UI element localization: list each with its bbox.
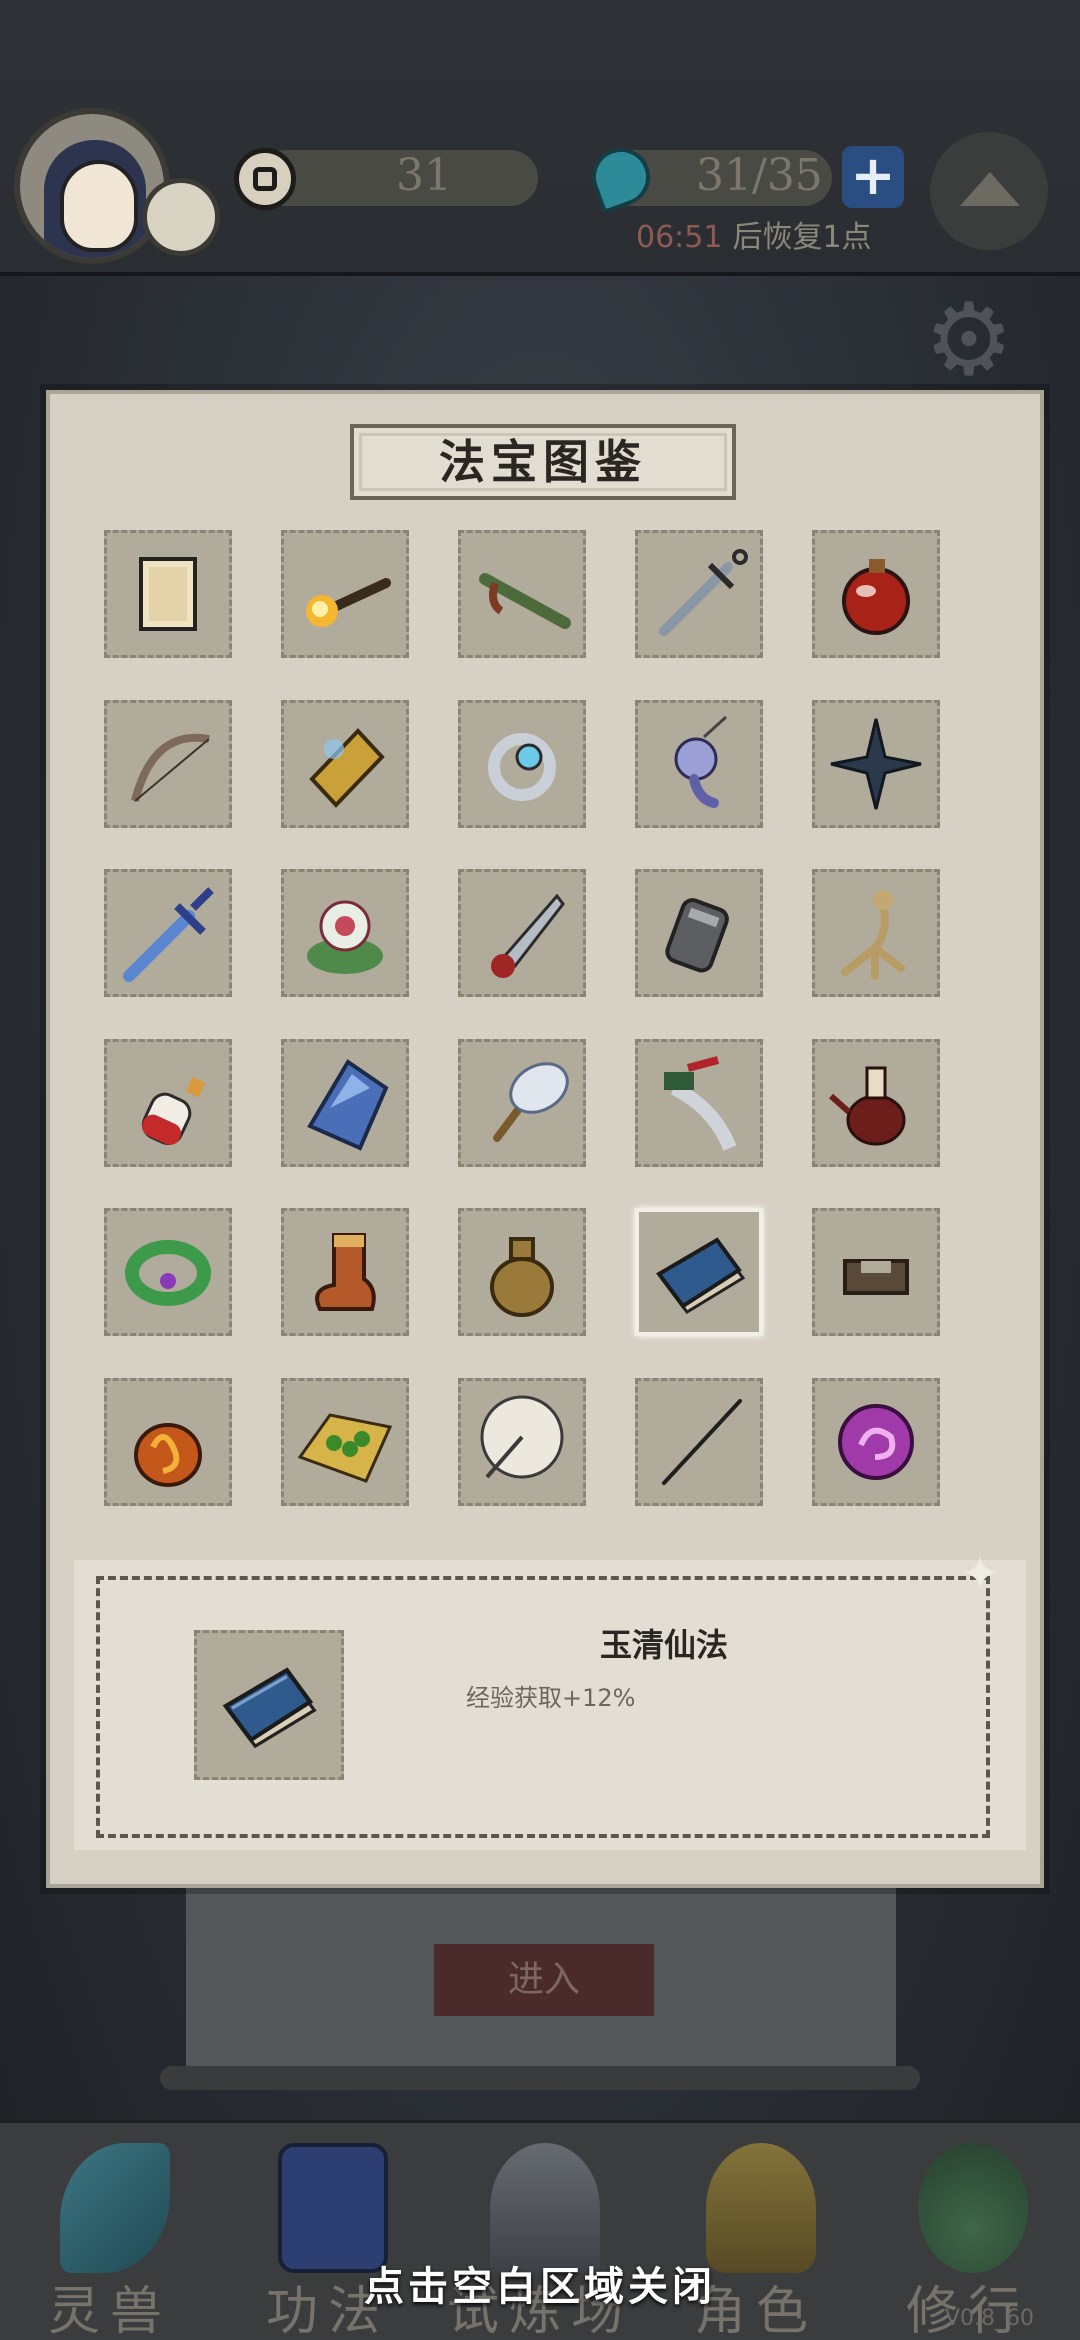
stamina-count: 31/35: [696, 150, 823, 201]
item-detail-panel: 玉清仙法 经验获取+12% ✦: [74, 1546, 1026, 1850]
detail-item-icon: [194, 1630, 344, 1780]
fire-bag-icon: [134, 1422, 202, 1487]
treasure-slot[interactable]: [812, 530, 940, 658]
treasure-slot[interactable]: [812, 1208, 940, 1336]
lotus-icon: [307, 900, 383, 974]
add-stamina-button[interactable]: +: [842, 146, 904, 208]
boot-icon: [315, 1233, 376, 1311]
coin-icon: [234, 148, 296, 210]
detail-item-name: 玉清仙法: [600, 1626, 729, 1664]
treasure-grid: [104, 530, 1004, 1540]
feather-fan-icon: [493, 1061, 569, 1142]
potion-bottle-icon: [141, 1076, 206, 1145]
curved-knife-icon: [664, 1055, 737, 1151]
treasure-slot[interactable]: [458, 869, 586, 997]
ginseng-icon: [841, 890, 905, 980]
purple-orb-icon: [838, 1403, 914, 1480]
close-hint: 点击空白区域关闭: [364, 2264, 716, 2310]
talisman-icon: [309, 727, 385, 808]
treasure-slot[interactable]: [812, 869, 940, 997]
treasure-slot[interactable]: [281, 1208, 409, 1336]
crystal-icon: [307, 1058, 389, 1151]
treasure-slot[interactable]: [104, 530, 232, 658]
treasure-slot[interactable]: [458, 699, 586, 828]
feather-badge-icon[interactable]: [142, 178, 220, 256]
herb-mat-icon: [297, 1412, 393, 1483]
red-gourd-icon: [842, 559, 910, 635]
treasure-slot[interactable]: [281, 1038, 409, 1167]
treasure-slot[interactable]: [104, 1377, 232, 1506]
treasure-slot[interactable]: [281, 869, 409, 997]
recovery-text: 后恢复1点: [732, 220, 872, 255]
coin-count: 31: [396, 150, 452, 201]
treasure-slot[interactable]: [104, 1208, 232, 1336]
ring-icon: [488, 732, 556, 801]
recovery-timer: 06:51: [636, 220, 723, 255]
stone-seal-icon: [843, 1259, 909, 1295]
treasure-slot[interactable]: [635, 1208, 763, 1336]
enter-button[interactable]: 进入: [434, 1944, 654, 2016]
treasure-slot[interactable]: [635, 1038, 763, 1167]
sword-icon: [659, 549, 748, 636]
dagger-icon: [491, 893, 565, 978]
jade-bracelet-icon: [125, 1240, 211, 1306]
treasure-slot[interactable]: [812, 1038, 940, 1167]
treasure-slot[interactable]: [281, 530, 409, 658]
shuriken-badge-icon: ✦: [960, 1546, 1001, 1602]
money-pouch-icon: [490, 1237, 554, 1317]
treasure-slot[interactable]: [635, 869, 763, 997]
modal-title: 法宝图鉴: [350, 424, 736, 500]
gear-icon[interactable]: ⚙: [924, 290, 1024, 390]
torch-icon: [306, 578, 391, 627]
bow-icon: [131, 733, 210, 802]
recovery-info: 06:51 后恢复1点: [636, 212, 872, 256]
treasure-slot[interactable]: [281, 699, 409, 828]
treasure-slot[interactable]: [812, 1377, 940, 1506]
detail-item-description: 经验获取+12%: [466, 1684, 636, 1712]
game-screen: 31 31/35 + 06:51 后恢复1点 ⚙ 进入 法宝图鉴 玉清仙法 经验…: [0, 0, 1080, 2340]
bracer-icon: [665, 898, 729, 973]
treasure-slot[interactable]: [104, 1038, 232, 1167]
jade-pendant-icon: [674, 715, 728, 808]
umbrella-icon: [480, 1395, 564, 1478]
flute-icon: [479, 573, 571, 629]
shuriken-icon: [830, 718, 922, 809]
scroll-paper-icon: [139, 557, 197, 631]
treasure-slot[interactable]: [458, 1377, 586, 1506]
treasure-slot[interactable]: [281, 1377, 409, 1506]
detail-frame: 玉清仙法 经验获取+12%: [96, 1576, 990, 1838]
needle-icon: [662, 1398, 742, 1485]
blue-book-icon: [656, 1237, 746, 1314]
teapot-icon: [829, 1066, 906, 1145]
player-avatar[interactable]: [14, 108, 170, 264]
treasure-slot[interactable]: [812, 699, 940, 828]
treasure-slot[interactable]: [458, 530, 586, 658]
top-bar: 31 31/35 + 06:51 后恢复1点: [0, 0, 1080, 276]
blue-book-icon: [222, 1667, 317, 1749]
treasure-slot[interactable]: [635, 530, 763, 658]
collapse-button[interactable]: [930, 132, 1048, 250]
treasure-slot[interactable]: [458, 1208, 586, 1336]
blue-sword-icon: [123, 887, 214, 982]
treasure-slot[interactable]: [635, 699, 763, 828]
treasure-slot[interactable]: [635, 1377, 763, 1506]
version-label: V0.8_60: [944, 2306, 1034, 2331]
avatar-face: [60, 160, 138, 252]
treasure-slot[interactable]: [104, 869, 232, 997]
scroll-rod: [160, 2066, 920, 2090]
treasure-codex-modal: 法宝图鉴 玉清仙法 经验获取+12% ✦: [46, 390, 1044, 1888]
treasure-slot[interactable]: [104, 699, 232, 828]
treasure-slot[interactable]: [458, 1038, 586, 1167]
